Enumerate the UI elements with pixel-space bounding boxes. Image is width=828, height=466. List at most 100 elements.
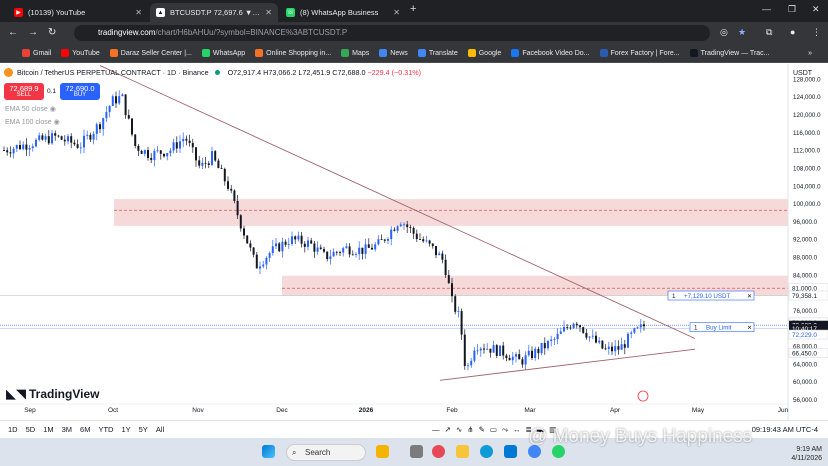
timeframe-5d[interactable]: 5D (26, 425, 36, 434)
bookmark-icon (22, 49, 30, 57)
candle-body (124, 94, 127, 116)
eye-icon[interactable]: ◉ (50, 106, 56, 113)
trend-line-icon[interactable]: ↗ (445, 425, 451, 434)
buy-button[interactable]: 72,690.0 BUY (60, 83, 100, 100)
rectangle-icon[interactable]: ▭ (490, 425, 497, 434)
bookmark-icon (341, 49, 350, 57)
candle-body (489, 348, 492, 353)
forward-icon[interactable]: → (28, 27, 38, 38)
system-clock[interactable]: 9:19 AM 4/11/2026 (791, 445, 822, 463)
whatsapp-icon: ☏ (286, 8, 295, 17)
more-bookmarks-icon[interactable]: » (808, 50, 812, 57)
minimize-icon[interactable]: — (762, 4, 771, 14)
candle-body (438, 253, 441, 256)
bookmark-item[interactable]: Forex Factory | Fore... (599, 49, 680, 57)
reload-icon[interactable]: ↻ (48, 27, 56, 38)
candle-body (598, 340, 601, 343)
tab-tradingview[interactable]: ▲ BTCUSDT.P 72,697.6 ▼ −0.3% S ✕ (150, 3, 278, 22)
candle-body (44, 136, 47, 140)
sell-price: 72,689.9 (9, 83, 39, 93)
measure-icon[interactable]: ↔ (513, 425, 521, 434)
minus-icon[interactable]: — (432, 425, 440, 434)
url-field[interactable]: tradingview.com/chart/H6bAHUu/?symbol=BI… (74, 25, 710, 41)
bookmark-item[interactable]: WhatsApp (201, 49, 245, 57)
copilot-icon[interactable] (432, 445, 445, 458)
bookmark-item[interactable]: Translate (417, 49, 458, 57)
time-tick-label: May (692, 407, 705, 414)
timeframe-1m[interactable]: 1M (43, 425, 53, 434)
time-tick-label: Feb (446, 407, 458, 414)
candle-body (575, 323, 578, 326)
bookmark-item[interactable]: Google (467, 49, 501, 57)
timeframe-3m[interactable]: 3M (62, 425, 72, 434)
timeframe-all[interactable]: All (156, 425, 164, 434)
bookmark-item[interactable]: News (379, 49, 408, 57)
alert-icon (637, 390, 649, 402)
windows-start-icon[interactable] (262, 445, 275, 458)
widgets-icon[interactable] (376, 445, 389, 458)
edge-icon[interactable] (480, 445, 493, 458)
bookmark-item[interactable]: Gmail (22, 49, 51, 57)
symbol-title[interactable]: Bitcoin / TetherUS PERPETUAL CONTRACT · … (17, 68, 209, 77)
chart-area[interactable]: 128,000.0 124,000.0 120,000.0 116,000.0 112,… (0, 64, 828, 420)
timeframe-6m[interactable]: 6M (80, 425, 90, 434)
chart-clock[interactable]: 09:19:43 AM UTC-4 (752, 425, 818, 434)
candle-body (543, 342, 546, 349)
eye-icon[interactable]: ◉ (54, 119, 60, 126)
task-view-icon[interactable] (410, 445, 423, 458)
currency-selector[interactable]: USDT (793, 70, 812, 77)
candle-body (623, 344, 626, 348)
extensions-icon[interactable]: ⧉ (766, 27, 772, 38)
search-placeholder: Search (305, 448, 331, 457)
maximize-icon[interactable]: ❐ (788, 4, 796, 15)
candle-body (9, 152, 12, 154)
candle-body (563, 327, 565, 332)
candle-body (460, 311, 463, 335)
bookmark-item[interactable]: Facebook Video Do... (511, 49, 590, 57)
bookmark-label: Forex Factory | Fore... (610, 49, 680, 57)
ema-100-indicator[interactable]: EMA 100 close ◉ (5, 118, 60, 126)
timeframe-1y[interactable]: 1Y (121, 425, 130, 434)
bookmark-item[interactable]: Daraz Seller Center |... (109, 49, 192, 57)
file-explorer-icon[interactable] (456, 445, 469, 458)
timeframe-5y[interactable]: 5Y (139, 425, 148, 434)
bookmark-item[interactable]: TradingView — Trac... (689, 49, 770, 57)
ema-50-indicator[interactable]: EMA 50 close ◉ (5, 105, 56, 113)
timeframe-1d[interactable]: 1D (8, 425, 18, 434)
bookmark-item[interactable]: Maps (341, 49, 369, 57)
time-tick-label: 2026 (359, 407, 374, 414)
tab-youtube[interactable]: ▶ (10139) YouTube ✕ (8, 3, 148, 22)
watermark: @ Money Buys Happiness (528, 426, 753, 447)
star-icon[interactable]: ★ (738, 27, 746, 38)
eye-off-icon[interactable]: ◎ (720, 27, 728, 38)
close-window-icon[interactable]: ✕ (812, 4, 820, 15)
price-chart[interactable]: 128,000.0 124,000.0 120,000.0 116,000.0 112,… (0, 64, 828, 420)
timeframe-ytd[interactable]: YTD (98, 425, 113, 434)
close-tab-icon[interactable]: ✕ (265, 8, 272, 17)
store-icon[interactable] (504, 445, 517, 458)
bookmark-item[interactable]: YouTube (61, 49, 100, 57)
tab-title: (8) WhatsApp Business (300, 8, 379, 17)
tab-whatsapp[interactable]: ☏ (8) WhatsApp Business ✕ (280, 3, 406, 22)
candle-body (508, 358, 511, 361)
menu-icon[interactable]: ⋮ (812, 27, 821, 38)
new-tab-button[interactable]: + (410, 3, 416, 15)
profile-icon[interactable]: ● (790, 27, 795, 37)
sell-button[interactable]: 72,689.9 SELL (4, 83, 44, 100)
close-tab-icon[interactable]: ✕ (135, 8, 142, 17)
close-tab-icon[interactable]: ✕ (393, 8, 400, 17)
candle-body (412, 228, 415, 234)
candle-body (534, 348, 537, 359)
path-icon[interactable]: ⤳ (502, 425, 508, 435)
taskbar-search[interactable]: Search (286, 444, 366, 461)
bookmark-item[interactable]: Online Shopping in... (255, 49, 331, 57)
position-order-tag[interactable]: 1 +7,129.10 USDT ✕ (667, 290, 755, 301)
candle-body (73, 142, 76, 145)
tradingview-logo: ◣◥ TradingView (6, 386, 99, 402)
zigzag-icon[interactable]: ∿ (456, 425, 462, 434)
buy-limit-order-tag[interactable]: 1 Buy Limit ✕ (689, 322, 755, 333)
candle-body (271, 246, 274, 254)
back-icon[interactable]: ← (8, 27, 18, 38)
pitchfork-icon[interactable]: ⋔ (467, 425, 473, 434)
brush-icon[interactable]: ✎ (479, 425, 485, 434)
